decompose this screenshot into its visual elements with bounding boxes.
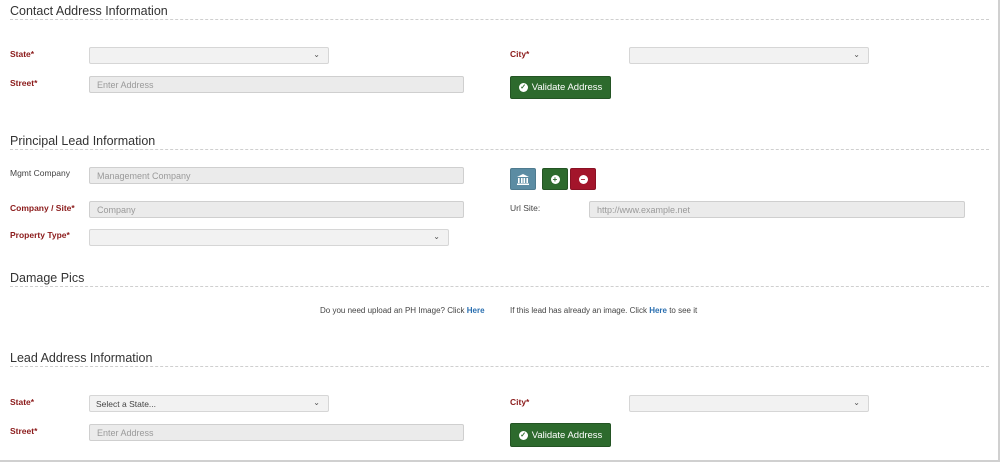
- lead-city-label: City*: [510, 397, 530, 407]
- bank-icon: [517, 173, 529, 185]
- lead-state-label: State*: [10, 397, 35, 407]
- view-image-text: If this lead has already an image. Click…: [510, 306, 697, 315]
- property-type-label: Property Type*: [10, 230, 70, 240]
- contact-validate-label: Validate Address: [531, 82, 603, 93]
- url-site-label: Url Site:: [510, 203, 541, 213]
- upload-image-prompt: Do you need upload an PH Image? Click: [320, 306, 467, 315]
- contact-city-label: City*: [510, 49, 530, 59]
- mgmt-company-label: Mgmt Company: [10, 168, 70, 178]
- plus-circle-icon: +: [550, 174, 560, 184]
- lead-section-title: Lead Address Information: [10, 351, 153, 365]
- lead-state-select[interactable]: Select a State... ⌄: [89, 395, 329, 412]
- company-site-input[interactable]: [89, 201, 464, 218]
- minus-circle-icon: –: [578, 174, 588, 184]
- view-image-prompt: If this lead has already an image. Click: [510, 306, 650, 315]
- chevron-down-icon: ⌄: [853, 398, 860, 407]
- lead-section-divider: [10, 366, 989, 367]
- damage-section-title: Damage Pics: [10, 271, 85, 285]
- contact-street-label: Street*: [10, 78, 38, 88]
- damage-section-divider: [10, 286, 989, 287]
- company-site-label: Company / Site*: [10, 203, 75, 213]
- view-image-suffix: to see it: [666, 306, 698, 315]
- lead-validate-label: Validate Address: [531, 429, 603, 441]
- upload-image-text: Do you need upload an PH Image? Click He…: [320, 306, 485, 315]
- lead-street-input[interactable]: [89, 424, 464, 441]
- chevron-down-icon: ⌄: [313, 50, 320, 59]
- upload-image-link[interactable]: Here: [467, 306, 485, 315]
- principal-section-divider: [10, 149, 989, 150]
- contact-validate-address-button[interactable]: ✓ Validate Address: [510, 76, 611, 99]
- principal-section-title: Principal Lead Information: [10, 134, 156, 148]
- chevron-down-icon: ⌄: [313, 398, 320, 407]
- url-site-input[interactable]: [589, 201, 965, 218]
- lead-state-value: Select a State...: [96, 399, 157, 409]
- check-circle-icon: ✓: [518, 430, 528, 440]
- add-company-button[interactable]: +: [542, 168, 568, 190]
- contact-section-divider: [10, 19, 989, 20]
- check-circle-icon: ✓: [518, 83, 528, 92]
- contact-section-title: Contact Address Information: [10, 4, 168, 18]
- property-type-select[interactable]: ⌄: [89, 229, 449, 246]
- contact-state-select[interactable]: ⌄: [89, 47, 329, 64]
- chevron-down-icon: ⌄: [433, 232, 440, 241]
- lead-city-select[interactable]: ⌄: [629, 395, 869, 412]
- lead-street-label: Street*: [10, 426, 38, 436]
- mgmt-company-input[interactable]: [89, 167, 464, 184]
- contact-street-input[interactable]: [89, 76, 464, 93]
- chevron-down-icon: ⌄: [853, 50, 860, 59]
- remove-company-button[interactable]: –: [570, 168, 596, 190]
- lead-validate-address-button[interactable]: ✓ Validate Address: [510, 423, 611, 447]
- contact-city-select[interactable]: ⌄: [629, 47, 869, 64]
- contact-state-label: State*: [10, 49, 35, 59]
- view-image-link[interactable]: Here: [649, 306, 667, 315]
- company-directory-button[interactable]: [510, 168, 536, 190]
